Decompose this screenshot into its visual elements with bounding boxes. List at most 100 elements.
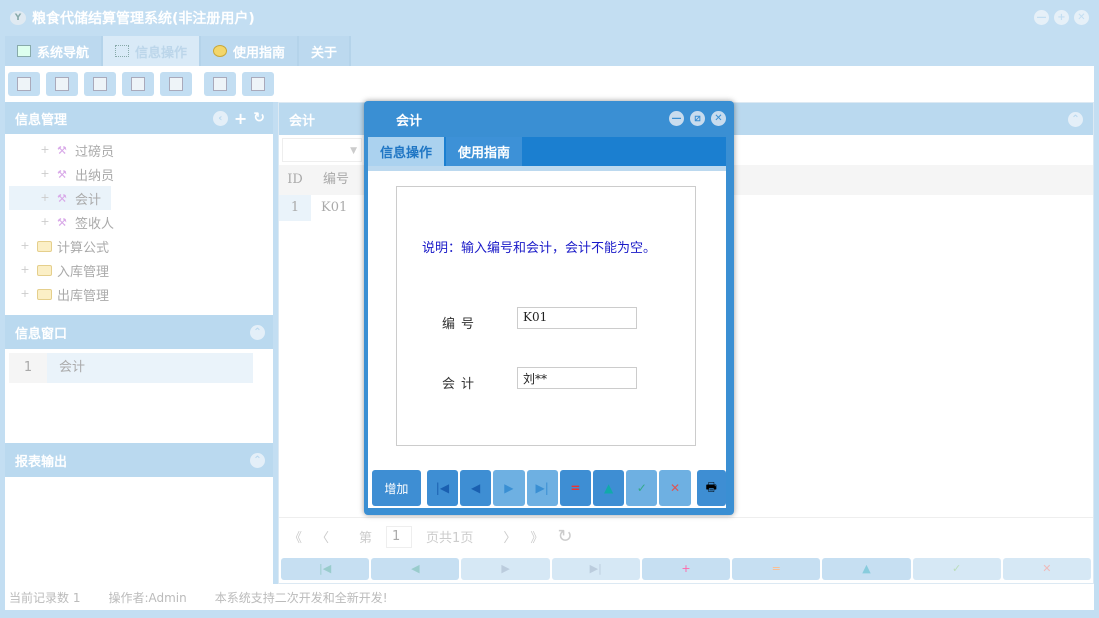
search-button[interactable] <box>8 72 40 96</box>
left-panel: 信息管理 ‹ + ↻ +⚒过磅员 +⚒出纳员 +⚒会计 +⚒签收人 +计算公式 … <box>5 102 273 584</box>
search-icon <box>17 77 31 91</box>
menu-label: 信息操作 <box>135 42 187 61</box>
last-record-button[interactable]: ▶| <box>527 470 558 506</box>
expand-icon[interactable]: + <box>39 216 51 228</box>
panel-title: 信息管理 <box>15 109 213 128</box>
form-note: 说明：输入编号和会计，会计不能为空。 <box>422 237 656 256</box>
close-icon[interactable]: ✕ <box>1074 10 1089 25</box>
tree-item[interactable]: +⚒签收人 <box>5 210 273 234</box>
expand-icon[interactable]: + <box>39 192 51 204</box>
first-record-button[interactable]: |◀ <box>281 558 369 580</box>
screen-icon <box>169 77 183 91</box>
folder-icon <box>37 241 52 252</box>
first-page-icon[interactable]: 《 <box>289 527 302 546</box>
minimize-icon[interactable]: — <box>1034 10 1049 25</box>
dialog-body: 说明：输入编号和会计，会计不能为空。 编号 K01 会计 刘** <box>368 166 726 468</box>
add-icon[interactable]: + <box>234 109 247 128</box>
prev-record-button[interactable]: ◀ <box>371 558 459 580</box>
export-button[interactable] <box>204 72 236 96</box>
dialog-title: 会计 <box>396 110 422 129</box>
expand-icon[interactable]: + <box>39 168 51 180</box>
up-record-button[interactable]: ▲ <box>822 558 910 580</box>
tree-item[interactable]: + 入库管理 <box>5 258 273 282</box>
cell-id: 1 <box>279 195 311 221</box>
print-button[interactable] <box>242 72 274 96</box>
next-record-button[interactable]: ▶ <box>493 470 524 506</box>
back-icon[interactable]: ‹ <box>213 111 228 126</box>
list-item[interactable]: 1 会计 <box>9 353 253 383</box>
refresh-icon[interactable]: ↻ <box>557 526 572 547</box>
screen-button[interactable] <box>160 72 192 96</box>
column-header-id[interactable]: ID <box>279 165 311 195</box>
menu-about[interactable]: 关于 <box>299 36 351 66</box>
add-button[interactable]: 增加 <box>372 470 421 506</box>
code-input[interactable]: K01 <box>517 307 637 329</box>
close-icon[interactable]: ✕ <box>711 111 726 126</box>
accountant-input[interactable]: 刘** <box>517 367 637 389</box>
tree-item[interactable]: +出库管理 <box>5 282 273 306</box>
cell-code: K01 <box>311 195 347 221</box>
confirm-button[interactable]: ✓ <box>913 558 1001 580</box>
folder-icon <box>37 289 52 300</box>
last-record-button[interactable]: ▶| <box>552 558 640 580</box>
page-label: 第 <box>359 527 372 546</box>
tree-label: 过磅员 <box>75 141 114 160</box>
tree-item-selected[interactable]: +⚒会计 <box>9 186 111 210</box>
tab-info-ops[interactable]: 信息操作 <box>368 137 444 166</box>
title-bar: Y 粮食代储结算管理系统(非注册用户) —+✕ <box>0 0 1099 36</box>
help-icon <box>213 45 227 57</box>
printer-icon: 🖶 <box>706 478 717 499</box>
print-button[interactable]: 🖶 <box>697 470 726 506</box>
next-record-button[interactable]: ▶ <box>461 558 549 580</box>
collapse-icon[interactable]: ⌃ <box>250 325 265 340</box>
menu-guide[interactable]: 使用指南 <box>201 36 299 66</box>
column-header-code[interactable]: 编号 <box>311 165 359 195</box>
users-button[interactable] <box>122 72 154 96</box>
code-label: 编号 <box>442 313 480 332</box>
collapse-icon[interactable]: ⌃ <box>1068 112 1083 127</box>
list-icon <box>55 77 69 91</box>
next-page-icon[interactable]: 〉 <box>503 527 516 546</box>
expand-icon[interactable]: + <box>19 288 31 300</box>
page-total: 页共1页 <box>426 527 473 546</box>
page-input[interactable]: 1 <box>386 526 412 548</box>
restore-icon[interactable]: ⧄ <box>690 111 705 126</box>
info-window-list: 1 会计 <box>5 349 273 443</box>
tree-item[interactable]: + ⚒ 过磅员 <box>5 138 273 162</box>
first-record-button[interactable]: |◀ <box>427 470 458 506</box>
wand-icon: ⚒ <box>57 144 71 156</box>
cancel-button[interactable]: ✕ <box>1003 558 1091 580</box>
wand-icon: ⚒ <box>57 168 71 180</box>
tree-item[interactable]: +计算公式 <box>5 234 273 258</box>
tab-guide[interactable]: 使用指南 <box>446 137 522 166</box>
expand-icon[interactable]: + <box>19 264 31 276</box>
minimize-icon[interactable]: — <box>669 111 684 126</box>
tree-label: 入库管理 <box>57 261 109 280</box>
maximize-icon[interactable]: + <box>1054 10 1069 25</box>
document-button[interactable] <box>84 72 116 96</box>
up-record-button[interactable]: ▲ <box>593 470 624 506</box>
confirm-button[interactable]: ✓ <box>626 470 657 506</box>
tree-item[interactable]: +⚒出纳员 <box>5 162 273 186</box>
expand-icon[interactable]: + <box>19 240 31 252</box>
dialog-tabs: 信息操作 使用指南 <box>368 137 726 166</box>
list-button[interactable] <box>46 72 78 96</box>
filter-select[interactable]: ▼ <box>282 138 362 162</box>
expand-icon[interactable]: + <box>39 144 51 156</box>
collapse-icon[interactable]: ⌃ <box>250 453 265 468</box>
delete-record-button[interactable]: = <box>732 558 820 580</box>
add-record-button[interactable]: + <box>642 558 730 580</box>
folder-icon <box>37 265 52 276</box>
cancel-button[interactable]: ✕ <box>659 470 690 506</box>
report-output-header: 报表输出 ⌃ <box>5 443 273 477</box>
status-message: 本系统支持二次开发和全新开发! <box>215 589 388 606</box>
menu-system-nav[interactable]: 系统导航 <box>5 36 103 66</box>
delete-record-button[interactable]: = <box>560 470 591 506</box>
refresh-icon[interactable]: ↻ <box>253 110 265 126</box>
last-page-icon[interactable]: 》 <box>530 527 543 546</box>
record-nav-bar: |◀ ◀ ▶ ▶| + = ▲ ✓ ✕ <box>281 558 1091 580</box>
prev-record-button[interactable]: ◀ <box>460 470 491 506</box>
menu-info-ops[interactable]: 信息操作 <box>103 36 201 66</box>
accountant-label: 会计 <box>442 373 480 392</box>
prev-page-icon[interactable]: 〈 <box>316 527 329 546</box>
